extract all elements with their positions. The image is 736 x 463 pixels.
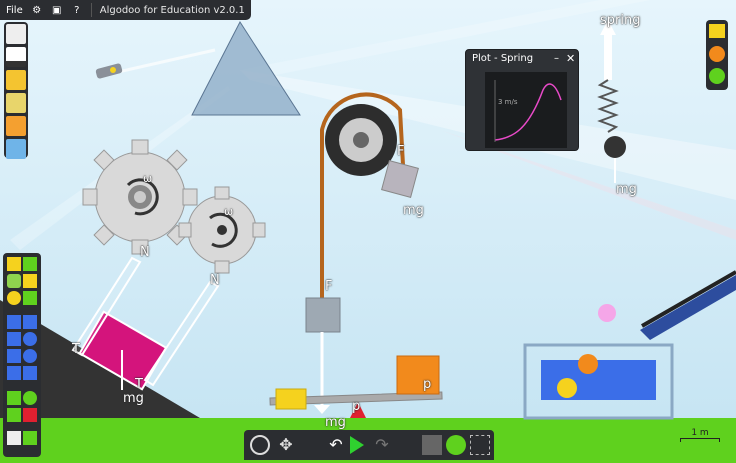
axle-tool-icon[interactable] [7,391,21,405]
simulation-canvas[interactable] [0,0,736,463]
palette-icon[interactable] [709,46,725,62]
tool-palette [3,253,41,457]
air-icon[interactable] [446,435,466,455]
rope-tool-icon[interactable] [7,315,21,329]
sketch-tool-icon[interactable] [7,257,21,271]
brush-tool-icon[interactable] [23,257,37,271]
right-toolbar [706,20,728,90]
move-icon[interactable]: ✥ [276,435,296,455]
label-f-rope: F [325,279,333,294]
label-n-left: N [140,245,150,260]
scale-label: 1 m [691,428,709,438]
plane-tool-icon[interactable] [23,315,37,329]
zoom-fit-icon[interactable] [709,68,725,84]
box-tool-icon[interactable] [7,349,21,363]
scale-indicator: 1 m [680,428,720,442]
label-omega-big: ω [143,172,153,185]
thruster-tool-icon[interactable] [7,408,21,422]
close-icon[interactable]: ✕ [566,52,575,65]
plot-title: Plot - Spring [472,53,534,64]
gear-icon[interactable]: ⚙ [31,4,43,16]
gear-tool-icon[interactable] [23,332,37,346]
label-omega-small: ω [224,205,234,218]
cake-icon[interactable] [6,93,26,113]
photo-folder-icon[interactable] [6,116,26,136]
zoom-icon[interactable] [250,435,270,455]
label-t-bottom: T [135,377,143,392]
yellow-block[interactable] [275,388,307,410]
label-mg-ramp: mg [123,391,144,406]
tracer-tool-icon[interactable] [23,408,37,422]
gravity-icon[interactable] [422,435,442,455]
label-n-right: N [210,273,220,288]
plot-window[interactable]: Plot - Spring – ✕ 3 m/s [465,49,579,151]
label-mg-box: mg [403,203,424,218]
drag-tool-icon[interactable] [23,274,37,288]
laser-tool-icon[interactable] [7,431,21,445]
document-icon[interactable] [6,24,26,44]
label-p-seesaw: p [352,399,361,414]
cycle-tool-icon[interactable] [23,431,37,445]
plot-axis-label: 3 m/s [498,98,518,106]
grid-icon[interactable] [470,435,490,455]
plot-area [485,72,567,148]
window-icon[interactable]: ▣ [51,4,63,16]
divider [90,3,92,17]
pulley-wheel[interactable] [325,104,397,176]
fixate-tool-icon[interactable] [23,391,37,405]
scene-icon[interactable] [6,47,26,67]
label-t-top: T [72,342,80,357]
file-menu[interactable]: File [6,5,23,16]
polygon-tool-icon[interactable] [7,332,21,346]
redo-icon[interactable]: ↷ [372,435,392,455]
play-icon[interactable] [350,436,364,454]
app-title: Algodoo for Education v2.0.1 [99,4,245,16]
scale-tool-icon[interactable] [23,291,37,305]
folder-icon[interactable] [6,70,26,90]
file-toolbar [4,22,28,159]
scale-line [680,438,720,442]
label-spring: spring [600,13,641,28]
bottom-toolbar: ✥ ↶ ↷ [244,430,494,460]
rotate-tool-icon[interactable] [7,291,21,305]
chain-tool-icon[interactable] [23,366,37,380]
move-tool-icon[interactable] [7,274,21,288]
orange-block[interactable] [396,355,440,395]
hanging-box-bottom[interactable] [305,297,341,333]
label-p-box: p [423,377,432,392]
label-mg-seesaw: mg [325,415,346,430]
layers-icon[interactable] [709,24,725,38]
top-menu-bar: File ⚙ ▣ ? Algodoo for Education v2.0.1 [0,0,251,20]
spring-tool-icon[interactable] [7,366,21,380]
label-mg-spring: mg [616,182,637,197]
label-f-pulley: F [397,144,405,159]
undo-icon[interactable]: ↶ [326,435,346,455]
lesson-folder-icon[interactable] [6,139,26,159]
circle-tool-icon[interactable] [23,349,37,363]
question-icon[interactable]: ? [71,4,83,16]
minimize-icon[interactable]: – [554,53,559,64]
